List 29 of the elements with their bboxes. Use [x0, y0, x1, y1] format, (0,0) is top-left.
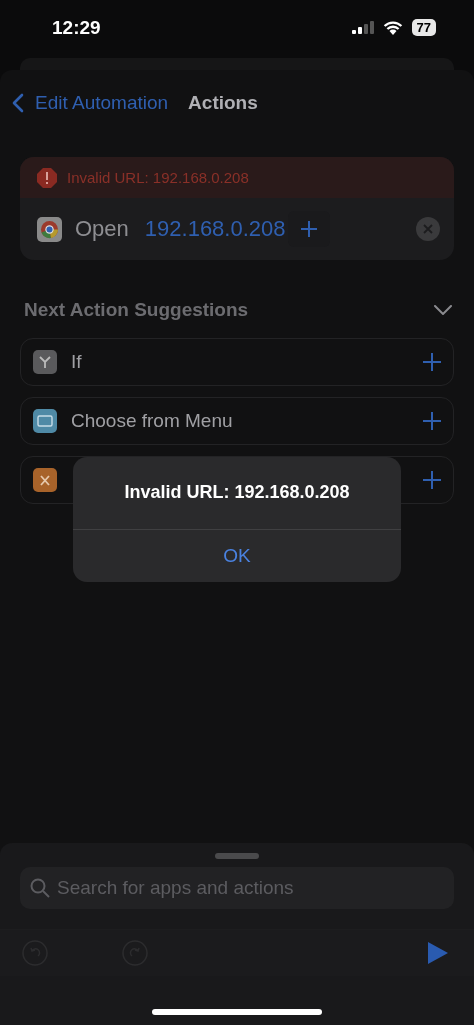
signal-icon — [351, 21, 374, 34]
section-title: Next Action Suggestions — [24, 299, 249, 321]
add-icon[interactable] — [423, 471, 441, 489]
action-verb: Open — [75, 216, 129, 242]
branch-icon — [33, 350, 57, 374]
browser-icon — [37, 216, 62, 242]
status-time: 12:29 — [52, 16, 101, 39]
wifi-icon — [382, 20, 403, 35]
add-icon[interactable] — [423, 412, 441, 430]
suggestion-label: If — [71, 351, 82, 373]
alert-message: Invalid URL: 192.168.0.208 — [73, 457, 401, 530]
suggestion-label: Choose from Menu — [71, 410, 233, 432]
back-button[interactable]: Edit Automation — [12, 92, 169, 114]
menu-icon — [33, 409, 57, 433]
drag-handle[interactable] — [215, 853, 259, 859]
variable-icon — [33, 468, 57, 492]
back-chevron-icon[interactable] — [12, 93, 24, 113]
url-token[interactable]: 192.168.0.208 — [144, 216, 286, 242]
screen-title: Actions — [188, 92, 258, 114]
error-message: Invalid URL: 192.168.0.208 — [67, 169, 249, 186]
battery-indicator: 77 — [411, 19, 436, 36]
error-icon — [37, 167, 57, 188]
ok-button[interactable]: OK — [73, 530, 401, 582]
search-field[interactable]: Search for apps and actions — [20, 867, 454, 909]
play-icon[interactable] — [428, 942, 448, 964]
chevron-icon[interactable] — [434, 305, 452, 315]
suggestion-row[interactable]: Choose from Menu — [20, 397, 454, 445]
suggestion-row[interactable]: If — [20, 338, 454, 386]
add-icon[interactable] — [423, 353, 441, 371]
